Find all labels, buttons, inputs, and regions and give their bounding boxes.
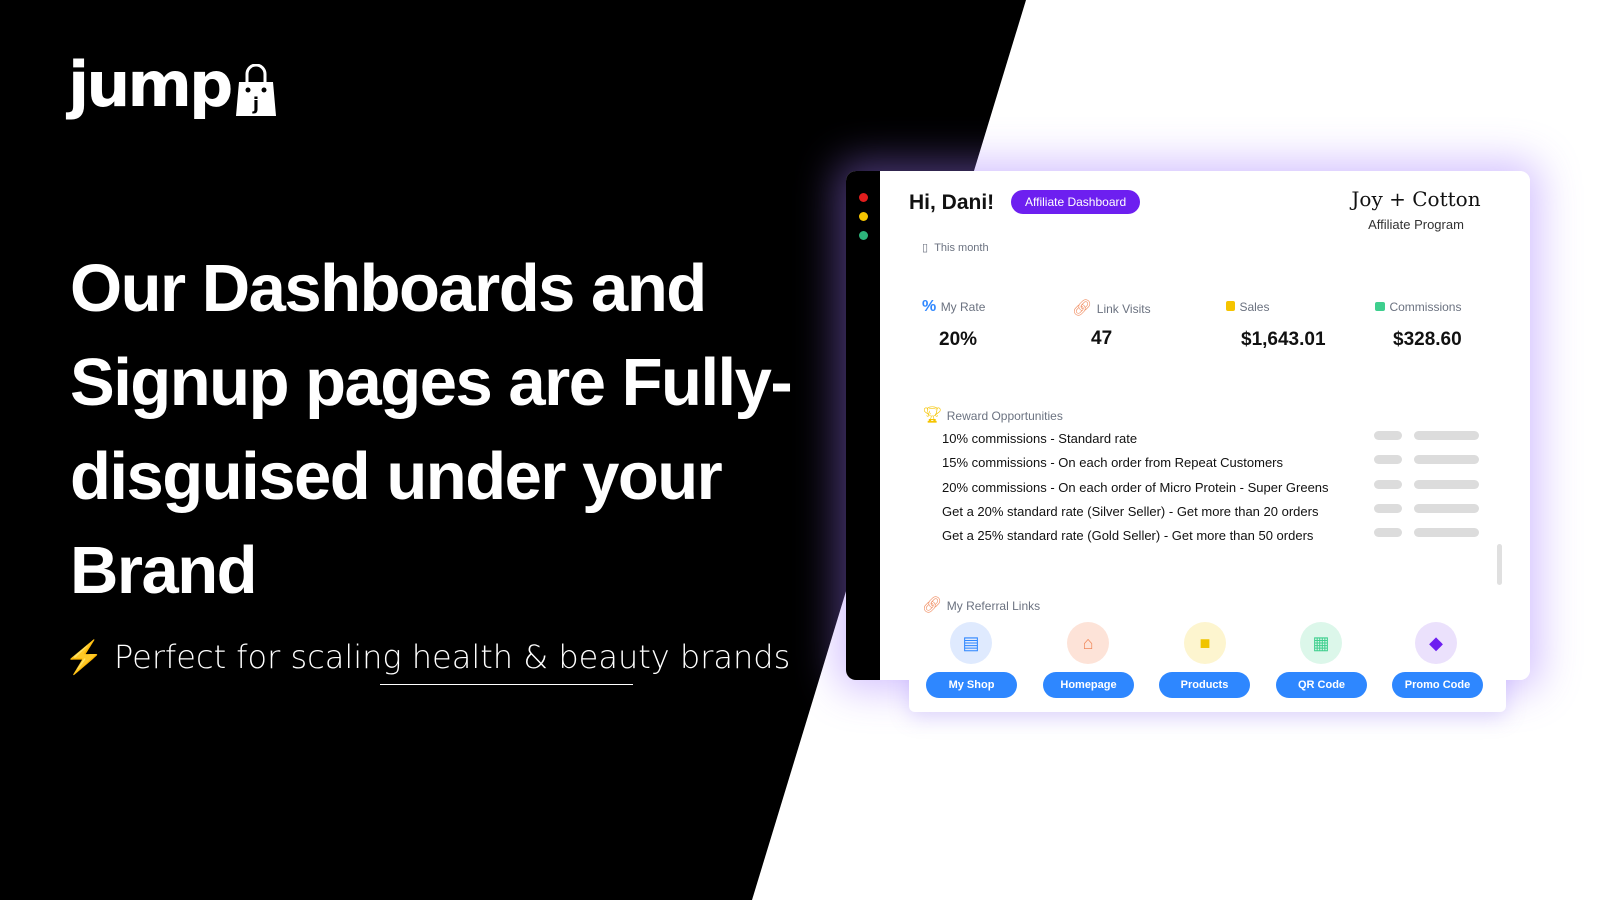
tagline: ⚡ Perfect for scaling health & beauty br… bbox=[64, 638, 790, 676]
store-icon[interactable]: ▤ bbox=[950, 622, 992, 664]
stat-label: Sales bbox=[1239, 300, 1270, 314]
reward-item: Get a 20% standard rate (Silver Seller) … bbox=[942, 504, 1319, 519]
products-button[interactable]: Products bbox=[1159, 672, 1250, 698]
stat-commissions: Commissions bbox=[1375, 298, 1461, 316]
shopping-bag-icon[interactable]: ■ bbox=[1184, 622, 1226, 664]
rewards-title: Reward Opportunities bbox=[946, 409, 1063, 423]
home-icon[interactable]: ⌂ bbox=[1067, 622, 1109, 664]
period-selector[interactable]: ▯ This month bbox=[922, 241, 989, 254]
headline: Our Dashboards and Signup pages are Full… bbox=[70, 251, 793, 608]
wallet-icon bbox=[1375, 302, 1385, 311]
scrollbar[interactable] bbox=[1497, 544, 1502, 585]
greeting: Hi, Dani! bbox=[909, 191, 995, 214]
reward-item: 20% commissions - On each order of Micro… bbox=[942, 480, 1329, 495]
coins-icon bbox=[1226, 301, 1235, 311]
period-label: This month bbox=[934, 242, 989, 254]
stat-label: Link Visits bbox=[1096, 302, 1151, 316]
tagline-text: Perfect for scaling health & beauty bran… bbox=[114, 638, 791, 676]
stat-label: Commissions bbox=[1389, 300, 1462, 314]
stat-value: $328.60 bbox=[1393, 329, 1462, 350]
stat-sales: Sales bbox=[1226, 298, 1269, 316]
link-icon: 🔗︎ bbox=[1072, 300, 1093, 317]
referral-links-title: My Referral Links bbox=[946, 599, 1041, 613]
stat-my-rate: % My Rate bbox=[922, 298, 985, 316]
dashboard-window: Hi, Dani! Affiliate Dashboard Joy + Cott… bbox=[846, 171, 1530, 680]
logo-text: jump bbox=[68, 48, 233, 121]
my-shop-button[interactable]: My Shop bbox=[926, 672, 1017, 698]
stat-label: My Rate bbox=[940, 300, 986, 314]
promo-code-button[interactable]: Promo Code bbox=[1392, 672, 1483, 698]
brand-subtitle: Affiliate Program bbox=[1368, 217, 1464, 232]
minimize-dot[interactable] bbox=[859, 212, 868, 221]
reward-item: 10% commissions - Standard rate bbox=[942, 431, 1138, 446]
link-icon: 🔗︎ bbox=[922, 597, 943, 614]
qr-code-button[interactable]: QR Code bbox=[1276, 672, 1367, 698]
svg-text:j: j bbox=[252, 94, 259, 115]
reward-item: 15% commissions - On each order from Rep… bbox=[942, 455, 1284, 470]
close-dot[interactable] bbox=[859, 193, 868, 202]
referral-links-header: 🔗︎ My Referral Links bbox=[922, 595, 1040, 615]
qr-code-icon[interactable]: ▦ bbox=[1300, 622, 1342, 664]
window-sidebar bbox=[846, 171, 880, 680]
lightning-icon: ⚡ bbox=[64, 638, 104, 676]
tagline-underline bbox=[380, 684, 633, 685]
rewards-header: 🏆︎ Reward Opportunities bbox=[922, 405, 1063, 425]
tag-icon[interactable]: ◆ bbox=[1415, 622, 1457, 664]
brand-name: Joy + Cotton bbox=[1351, 187, 1481, 211]
shopping-bag-logo-icon: j bbox=[236, 64, 277, 116]
stat-value: $1,643.01 bbox=[1241, 329, 1326, 350]
jump-logo: jump j bbox=[68, 52, 278, 118]
reward-item: Get a 25% standard rate (Gold Seller) - … bbox=[942, 528, 1314, 543]
maximize-dot[interactable] bbox=[859, 231, 868, 240]
stat-value: 20% bbox=[939, 329, 978, 350]
affiliate-dashboard-badge: Affiliate Dashboard bbox=[1011, 190, 1141, 214]
percent-icon: % bbox=[922, 298, 937, 315]
stat-link-visits: 🔗︎ Link Visits bbox=[1072, 298, 1151, 318]
trophy-icon: 🏆︎ bbox=[922, 407, 943, 424]
calendar-icon: ▯ bbox=[922, 242, 929, 254]
homepage-button[interactable]: Homepage bbox=[1043, 672, 1134, 698]
stat-value: 47 bbox=[1091, 328, 1113, 349]
